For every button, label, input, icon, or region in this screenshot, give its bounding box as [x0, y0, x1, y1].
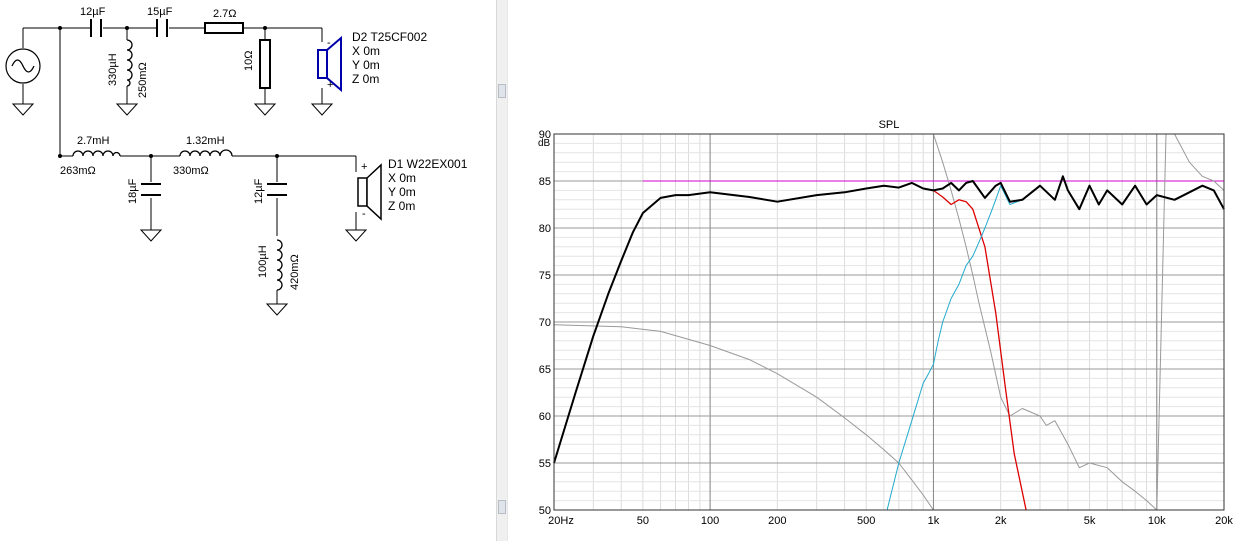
inductor-l4-resistance: 420mΩ: [289, 254, 301, 290]
inductor-l3-value: 1.32mH: [186, 135, 225, 147]
capacitor-c1[interactable]: [90, 19, 102, 37]
tweeter-y: Y 0m: [352, 58, 380, 72]
woofer-name: D1 W22EX001: [388, 157, 468, 171]
resistor-r2-label: 10Ω: [243, 51, 255, 71]
schematic-canvas[interactable]: 12µF 15µF 2.7Ω 330µH 250mΩ 10Ω - + D2 T2…: [0, 0, 496, 541]
woofer-z: Z 0m: [388, 199, 415, 213]
capacitor-c3[interactable]: [141, 183, 161, 196]
y-tick-label: 75: [539, 270, 551, 282]
y-tick-label: 55: [539, 458, 551, 470]
woofer-polarity-plus: +: [361, 161, 367, 173]
splitter-handle-bottom[interactable]: [498, 500, 506, 514]
x-tick-label: 200: [768, 515, 786, 527]
capacitor-c4[interactable]: [267, 183, 287, 196]
inductor-l2-resistance: 263mΩ: [60, 165, 96, 177]
tweeter-name: D2 T25CF002: [352, 30, 427, 44]
y-tick-label: 70: [539, 317, 551, 329]
capacitor-c1-label: 12µF: [80, 6, 106, 18]
x-tick-label: 500: [857, 515, 875, 527]
tweeter-polarity-plus: +: [327, 79, 333, 91]
tweeter-polarity-minus: -: [327, 37, 331, 49]
inductor-l1[interactable]: [126, 39, 133, 87]
x-tick-label: 5k: [1084, 515, 1096, 527]
tweeter-x: X 0m: [352, 44, 380, 58]
woofer-y: Y 0m: [388, 185, 416, 199]
x-tick-label: 50: [637, 515, 649, 527]
woofer-polarity-minus: -: [362, 208, 366, 220]
pane-splitter[interactable]: [496, 0, 508, 541]
x-tick-label: 2k: [995, 515, 1007, 527]
inductor-l1-value: 330µH: [107, 53, 119, 86]
inductor-l4-value: 100µH: [257, 245, 269, 278]
resistor-r1[interactable]: [204, 22, 244, 34]
series-tweeter_filtered: [886, 175, 1225, 511]
y-tick-label: 80: [539, 223, 551, 235]
series-woofer_filtered: [553, 182, 1027, 511]
y-tick-label: 85: [539, 176, 551, 188]
spl-plot-pane[interactable]: SPL dB 20Hz 50 100 200 500 1k 2k 5k 10k 20k 90 85 80…: [508, 0, 1235, 541]
inductor-l3[interactable]: [179, 149, 233, 157]
inductor-l2[interactable]: [72, 150, 121, 157]
spl-chart[interactable]: SPL dB 20Hz 50 100 200 500 1k 2k 5k 10k 20k908580…: [508, 0, 1235, 541]
y-tick-label: 50: [539, 505, 551, 517]
series-system_sum: [553, 175, 1225, 464]
capacitor-c2[interactable]: [156, 19, 168, 37]
woofer-x: X 0m: [388, 171, 416, 185]
tweeter-z: Z 0m: [352, 72, 379, 86]
x-tick-label: 10k: [1148, 515, 1166, 527]
x-tick-label: 1k: [928, 515, 940, 527]
y-tick-label: 90: [539, 129, 551, 141]
chart-title: SPL: [879, 119, 900, 131]
inductor-l2-value: 2.7mH: [77, 135, 109, 147]
resistor-r1-label: 2.7Ω: [213, 8, 237, 20]
x-tick-label: 20k: [1215, 515, 1233, 527]
capacitor-c4-label: 12µF: [253, 178, 265, 204]
signal-source-icon[interactable]: [5, 48, 41, 84]
capacitor-c3-label: 18µF: [127, 178, 139, 204]
inductor-l4[interactable]: [276, 239, 283, 291]
x-tick-label: 100: [701, 515, 719, 527]
inductor-l3-resistance: 330mΩ: [173, 165, 209, 177]
capacitor-c2-label: 15µF: [147, 6, 173, 18]
splitter-handle-top[interactable]: [498, 84, 506, 98]
y-tick-label: 65: [539, 364, 551, 376]
y-tick-label: 60: [539, 411, 551, 423]
resistor-r2[interactable]: [259, 39, 271, 89]
inductor-l1-resistance: 250mΩ: [137, 62, 149, 98]
crossover-schematic[interactable]: 12µF 15µF 2.7Ω 330µH 250mΩ 10Ω - + D2 T2…: [0, 0, 496, 541]
x-tick-label: 20Hz: [548, 515, 574, 527]
